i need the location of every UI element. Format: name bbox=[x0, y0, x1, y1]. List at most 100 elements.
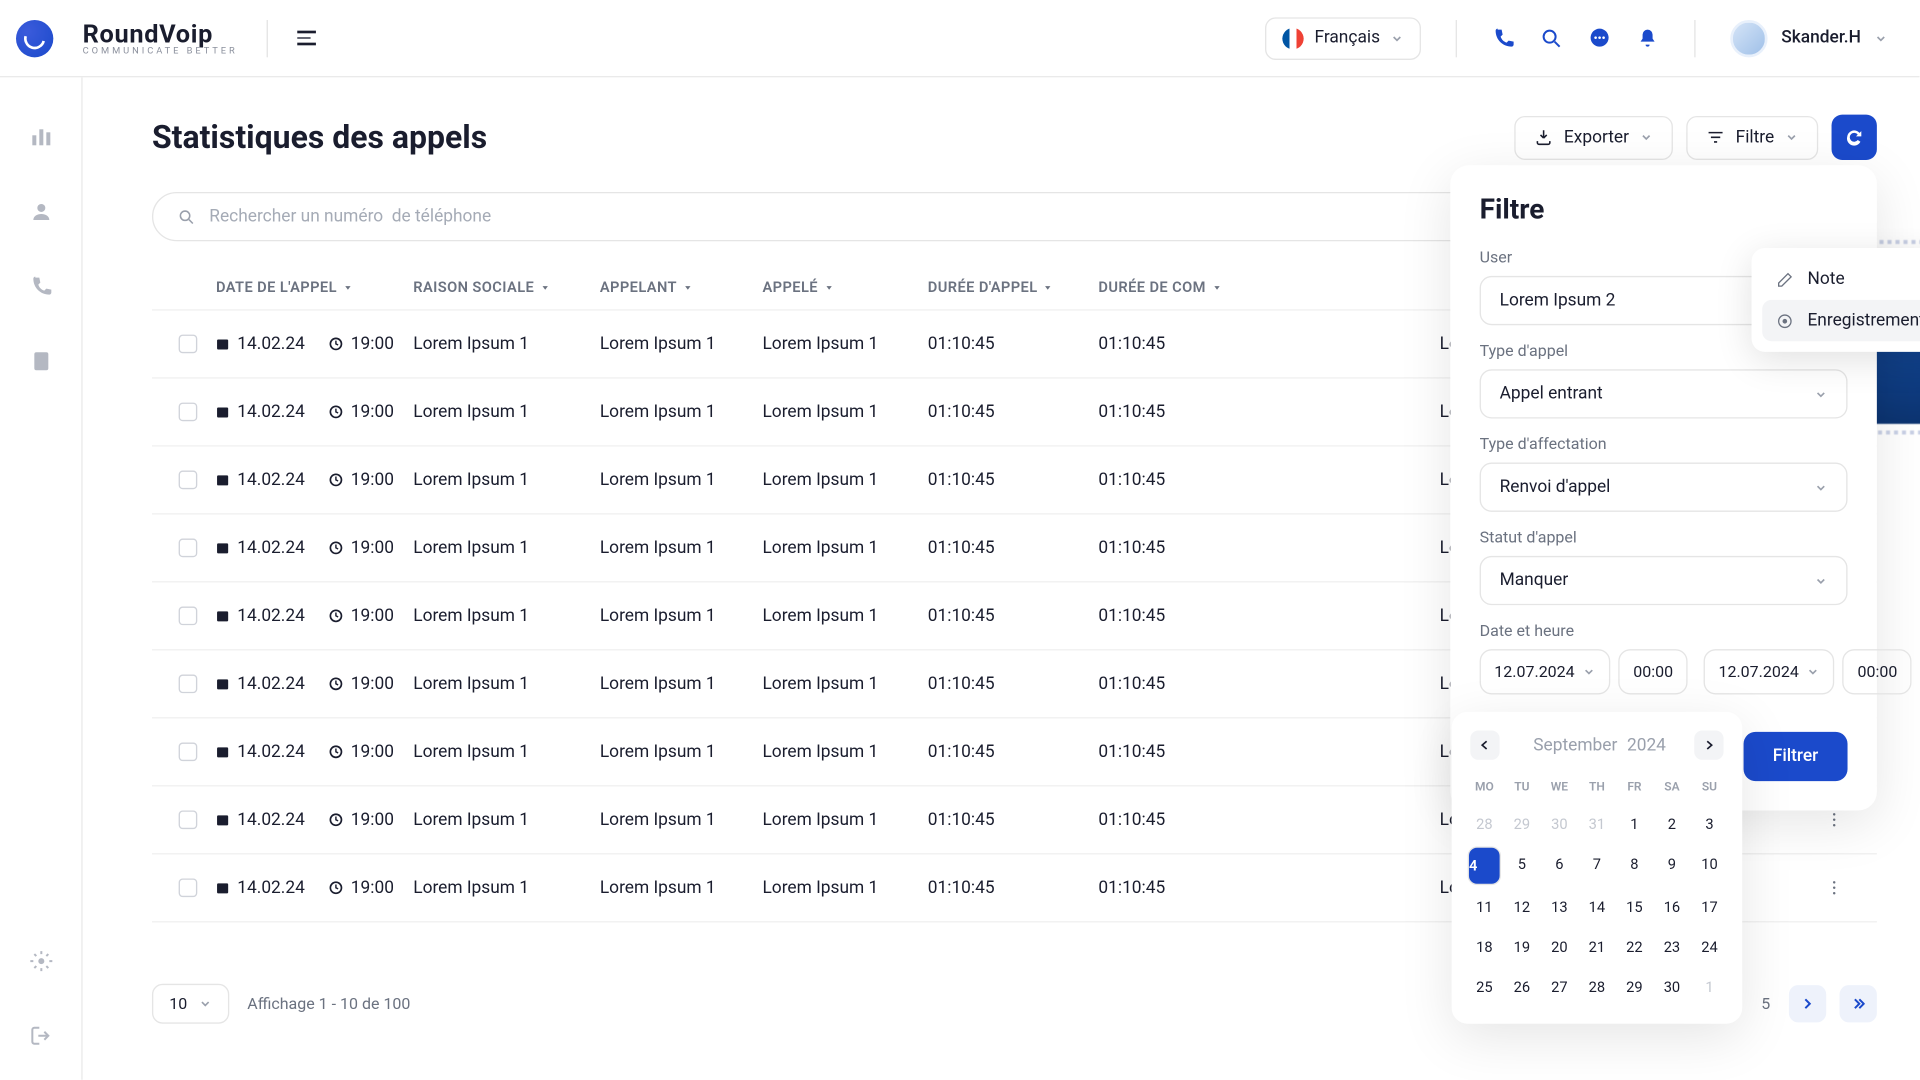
filter-button[interactable]: Filtre bbox=[1686, 115, 1818, 159]
calendar-day[interactable]: 31 bbox=[1580, 806, 1614, 842]
row-checkbox[interactable] bbox=[179, 878, 198, 897]
row-checkbox[interactable] bbox=[179, 335, 198, 354]
page-5[interactable]: 5 bbox=[1756, 989, 1776, 1018]
calendar-day[interactable]: 3 bbox=[1693, 806, 1727, 842]
calendar-day[interactable]: 1 bbox=[1618, 806, 1652, 842]
calendar-day[interactable]: 14 bbox=[1580, 889, 1614, 925]
page-size-select[interactable]: 10 bbox=[152, 984, 229, 1024]
calendar-day[interactable]: 18 bbox=[1468, 929, 1502, 965]
export-button[interactable]: Exporter bbox=[1515, 115, 1673, 159]
menu-record[interactable]: Enregistrement bbox=[1762, 300, 1920, 341]
row-checkbox[interactable] bbox=[179, 539, 198, 558]
chat-icon[interactable] bbox=[1588, 26, 1612, 50]
filter-affect-select[interactable]: Renvoi d'appel bbox=[1480, 463, 1848, 512]
filter-icon bbox=[1706, 128, 1725, 147]
calendar-day[interactable]: 19 bbox=[1505, 929, 1539, 965]
calendar-day[interactable]: 12 bbox=[1505, 889, 1539, 925]
calendar-icon bbox=[216, 541, 229, 554]
calendar-day[interactable]: 8 bbox=[1618, 846, 1652, 885]
row-checkbox[interactable] bbox=[179, 810, 198, 829]
calendar-day[interactable]: 26 bbox=[1505, 969, 1539, 1005]
calendar-day[interactable]: 11 bbox=[1468, 889, 1502, 925]
caret-down-icon bbox=[823, 282, 834, 293]
time-to[interactable]: 00:00 bbox=[1843, 649, 1912, 694]
calendar-day[interactable]: 16 bbox=[1655, 889, 1689, 925]
refresh-button[interactable] bbox=[1832, 115, 1877, 160]
bell-icon[interactable] bbox=[1636, 26, 1660, 50]
calendar-day[interactable]: 5 bbox=[1505, 846, 1539, 885]
calendar-day[interactable]: 30 bbox=[1543, 806, 1577, 842]
menu-note[interactable]: Note bbox=[1762, 259, 1920, 300]
phone-icon[interactable] bbox=[1492, 26, 1516, 50]
row-checkbox[interactable] bbox=[179, 403, 198, 422]
clock-icon bbox=[329, 405, 342, 418]
row-checkbox[interactable] bbox=[179, 607, 198, 626]
dashboard-icon[interactable] bbox=[29, 125, 53, 149]
calendar-day[interactable]: 9 bbox=[1655, 846, 1689, 885]
brand: RoundVoip COMMUNICATE BETTER bbox=[83, 21, 238, 56]
calendar-day[interactable]: 22 bbox=[1618, 929, 1652, 965]
calendar-day[interactable]: 27 bbox=[1543, 969, 1577, 1005]
calendar-day[interactable]: 13 bbox=[1543, 889, 1577, 925]
settings-icon[interactable] bbox=[29, 949, 53, 973]
calendar-day[interactable]: 24 bbox=[1693, 929, 1727, 965]
calendar-next-button[interactable] bbox=[1694, 730, 1723, 759]
calendar-day[interactable]: 6 bbox=[1543, 846, 1577, 885]
calendar-day[interactable]: 7 bbox=[1580, 846, 1614, 885]
calendar-day[interactable]: 23 bbox=[1655, 929, 1689, 965]
cell-duree: 01:10:45 bbox=[928, 402, 1099, 422]
cell-raison: Lorem Ipsum 1 bbox=[413, 878, 600, 898]
user-menu[interactable]: Skander.H bbox=[1731, 19, 1888, 56]
row-checkbox[interactable] bbox=[179, 674, 198, 693]
col-raison[interactable]: RAISON SOCIALE bbox=[413, 279, 600, 296]
calendar-day[interactable]: 29 bbox=[1505, 806, 1539, 842]
language-select[interactable]: Français bbox=[1265, 17, 1421, 60]
filter-status-select[interactable]: Manquer bbox=[1480, 556, 1848, 605]
calendar-day[interactable]: 21 bbox=[1580, 929, 1614, 965]
page-last-button[interactable] bbox=[1840, 985, 1877, 1022]
chevron-down-icon bbox=[1814, 387, 1827, 400]
cell-date: 14.02.24 19:00 bbox=[216, 470, 413, 490]
row-actions-button[interactable] bbox=[1818, 872, 1850, 904]
calendar-day[interactable]: 20 bbox=[1543, 929, 1577, 965]
search-icon[interactable] bbox=[1540, 26, 1564, 50]
time-from[interactable]: 00:00 bbox=[1619, 649, 1688, 694]
calls-icon[interactable] bbox=[29, 275, 53, 299]
calendar-day[interactable]: 2 bbox=[1655, 806, 1689, 842]
col-appele[interactable]: APPELÉ bbox=[762, 279, 927, 296]
col-appelant[interactable]: APPELANT bbox=[600, 279, 763, 296]
calendar-day[interactable]: 28 bbox=[1468, 806, 1502, 842]
calendar-prev-button[interactable] bbox=[1470, 730, 1499, 759]
calendar-day[interactable]: 4 bbox=[1468, 846, 1502, 885]
row-checkbox[interactable] bbox=[179, 471, 198, 490]
date-to[interactable]: 12.07.2024 bbox=[1704, 649, 1835, 694]
user-icon[interactable] bbox=[29, 200, 53, 224]
clock-icon bbox=[329, 609, 342, 622]
page-title: Statistiques des appels bbox=[152, 119, 487, 156]
col-date[interactable]: DATE DE L'APPEL bbox=[216, 279, 413, 296]
col-com[interactable]: DURÉE DE COM bbox=[1098, 279, 1439, 296]
cell-com: 01:10:45 bbox=[1098, 742, 1439, 762]
logout-icon[interactable] bbox=[29, 1024, 53, 1048]
page-next-button[interactable] bbox=[1789, 985, 1826, 1022]
cell-com: 01:10:45 bbox=[1098, 810, 1439, 830]
row-checkbox[interactable] bbox=[179, 742, 198, 761]
cell-duree: 01:10:45 bbox=[928, 742, 1099, 762]
menu-toggle-button[interactable] bbox=[298, 31, 317, 45]
app-logo-icon bbox=[16, 19, 53, 56]
calendar-icon bbox=[216, 609, 229, 622]
clock-icon bbox=[329, 881, 342, 894]
col-duree[interactable]: DURÉE D'APPEL bbox=[928, 279, 1099, 296]
calendar-day[interactable]: 1 bbox=[1693, 969, 1727, 1005]
apply-filter-button[interactable]: Filtrer bbox=[1744, 732, 1848, 781]
calendar-day[interactable]: 17 bbox=[1693, 889, 1727, 925]
filter-type-select[interactable]: Appel entrant bbox=[1480, 369, 1848, 418]
calendar-day[interactable]: 15 bbox=[1618, 889, 1652, 925]
calendar-day[interactable]: 28 bbox=[1580, 969, 1614, 1005]
calendar-day[interactable]: 29 bbox=[1618, 969, 1652, 1005]
calendar-day[interactable]: 30 bbox=[1655, 969, 1689, 1005]
date-from[interactable]: 12.07.2024 bbox=[1480, 649, 1611, 694]
document-icon[interactable] bbox=[29, 349, 53, 373]
calendar-day[interactable]: 25 bbox=[1468, 969, 1502, 1005]
calendar-day[interactable]: 10 bbox=[1693, 846, 1727, 885]
